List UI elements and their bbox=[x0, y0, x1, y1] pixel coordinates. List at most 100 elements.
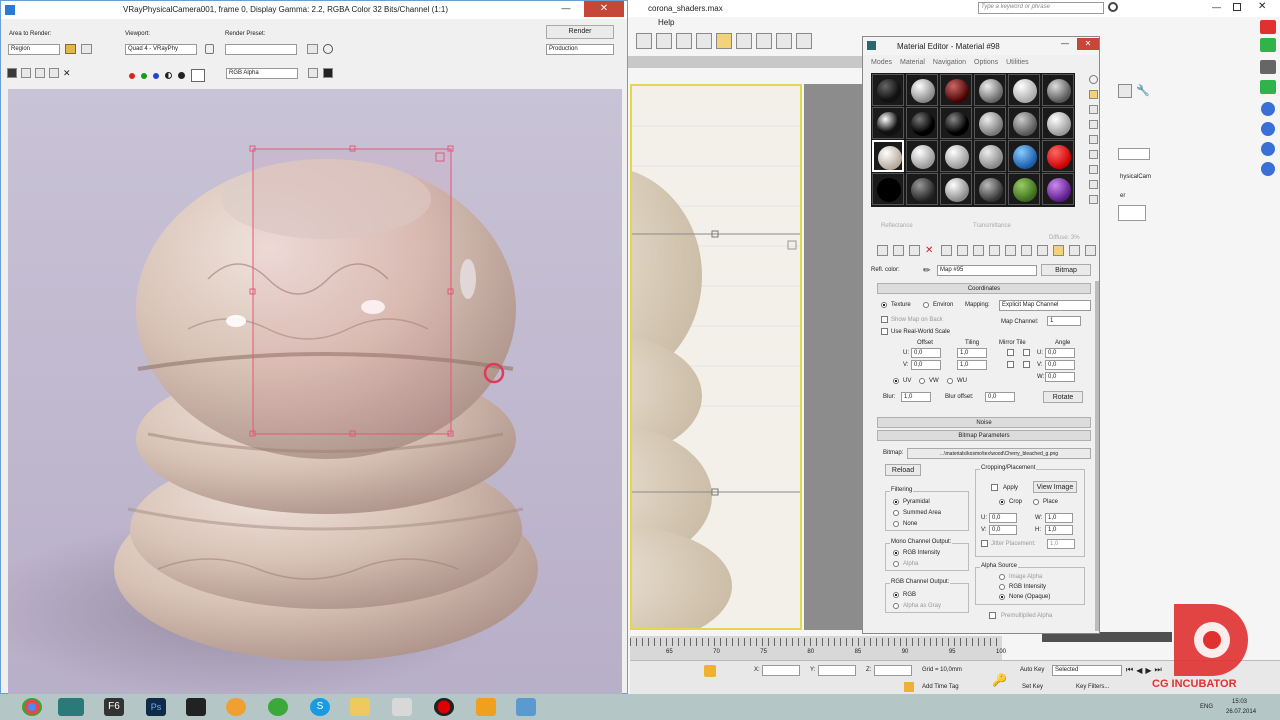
environ-radio[interactable] bbox=[923, 302, 929, 308]
save-all-icon[interactable] bbox=[21, 68, 31, 78]
material-navigator-icon[interactable] bbox=[1089, 195, 1098, 204]
hierarchy-icon[interactable] bbox=[1118, 84, 1132, 98]
color-swatch[interactable] bbox=[191, 69, 205, 82]
channel-dropdown[interactable]: RGB Alpha bbox=[226, 68, 298, 79]
texture-radio[interactable] bbox=[881, 302, 887, 308]
angle-w-field[interactable]: 0,0 bbox=[1045, 372, 1075, 382]
gadget-green-icon[interactable] bbox=[1260, 38, 1276, 52]
preview-icon[interactable] bbox=[1089, 150, 1098, 159]
add-time-tag[interactable]: Add Time Tag bbox=[922, 684, 959, 690]
selected-dropdown[interactable]: Selected bbox=[1052, 665, 1122, 676]
offset-v-field[interactable]: 0,0 bbox=[911, 360, 941, 370]
sample-slot[interactable] bbox=[1008, 140, 1040, 172]
sample-slot-active[interactable] bbox=[872, 140, 904, 172]
blur-offset-field[interactable]: 0,0 bbox=[985, 392, 1015, 402]
explorer-icon[interactable] bbox=[350, 698, 370, 716]
snap-icon[interactable] bbox=[716, 33, 732, 49]
crop-h-field[interactable]: 1,0 bbox=[1045, 525, 1073, 535]
crop-radio[interactable] bbox=[999, 499, 1005, 505]
bitmap-params-rollout-header[interactable]: Bitmap Parameters bbox=[877, 430, 1091, 441]
sample-slot[interactable] bbox=[1008, 107, 1040, 139]
sample-slot[interactable] bbox=[974, 107, 1006, 139]
sample-slot[interactable] bbox=[940, 107, 972, 139]
print-icon[interactable] bbox=[49, 68, 59, 78]
command-panel-field[interactable] bbox=[1118, 148, 1150, 160]
rotate-icon[interactable] bbox=[696, 33, 712, 49]
offset-u-field[interactable]: 0,0 bbox=[911, 348, 941, 358]
pyramidal-radio[interactable] bbox=[893, 499, 899, 505]
clock-time[interactable]: 15:03 bbox=[1232, 699, 1247, 705]
eyedropper-icon[interactable]: ✏ bbox=[923, 265, 931, 276]
sample-slot[interactable] bbox=[940, 74, 972, 106]
none-filter-radio[interactable] bbox=[893, 521, 899, 527]
console-icon[interactable] bbox=[186, 698, 206, 716]
sample-type-icon[interactable] bbox=[1089, 75, 1098, 84]
coordinates-rollout-header[interactable]: Coordinates bbox=[877, 283, 1091, 294]
noise-rollout-header[interactable]: Noise bbox=[877, 417, 1091, 428]
menu-material[interactable]: Material bbox=[900, 59, 925, 66]
sample-slot[interactable] bbox=[872, 74, 904, 106]
place-radio[interactable] bbox=[1033, 499, 1039, 505]
map-name-field[interactable]: Map #95 bbox=[937, 265, 1037, 276]
jitter-field[interactable]: 1,0 bbox=[1047, 539, 1075, 549]
render-setup-icon[interactable] bbox=[307, 44, 318, 54]
environment-icon[interactable] bbox=[323, 44, 333, 54]
spinner-snap-icon[interactable] bbox=[776, 33, 792, 49]
wu-radio[interactable] bbox=[947, 378, 953, 384]
premultiplied-checkbox[interactable] bbox=[989, 612, 996, 619]
angle-u-field[interactable]: 0,0 bbox=[1045, 348, 1075, 358]
rgb-radio[interactable] bbox=[893, 592, 899, 598]
none-opaque-radio[interactable] bbox=[999, 594, 1005, 600]
mono-icon[interactable] bbox=[178, 72, 185, 79]
uv-radio[interactable] bbox=[893, 378, 899, 384]
plugin-icon[interactable] bbox=[476, 698, 496, 716]
mirror-v-checkbox[interactable] bbox=[1007, 361, 1014, 368]
search-icon[interactable] bbox=[1108, 2, 1118, 12]
rotate-button[interactable]: Rotate bbox=[1043, 391, 1083, 403]
view-image-button[interactable]: View Image bbox=[1033, 481, 1077, 493]
vw-radio[interactable] bbox=[919, 378, 925, 384]
render-preset-dropdown[interactable] bbox=[225, 44, 297, 55]
material-editor-scrollbar[interactable] bbox=[1095, 281, 1099, 631]
mono-rgb-intensity-radio[interactable] bbox=[893, 550, 899, 556]
backlight-icon[interactable] bbox=[1089, 90, 1098, 99]
sample-slot[interactable] bbox=[906, 74, 938, 106]
jitter-checkbox[interactable] bbox=[981, 540, 988, 547]
record-icon[interactable] bbox=[434, 698, 454, 716]
copy-icon[interactable] bbox=[35, 68, 45, 78]
coord-z-field[interactable] bbox=[874, 665, 912, 676]
go-to-parent-icon[interactable] bbox=[1037, 245, 1048, 256]
render-image[interactable] bbox=[8, 89, 622, 694]
area-to-render-dropdown[interactable]: Region bbox=[8, 44, 60, 55]
close-icon[interactable]: ✕ bbox=[1258, 1, 1266, 12]
settings-icon[interactable] bbox=[392, 698, 412, 716]
menu-options[interactable]: Options bbox=[974, 59, 998, 66]
assign-to-selection-icon[interactable] bbox=[909, 245, 920, 256]
reload-button[interactable]: Reload bbox=[885, 464, 921, 476]
angle-snap-icon[interactable] bbox=[736, 33, 752, 49]
alpha-channel-icon[interactable] bbox=[165, 72, 172, 79]
sample-slot[interactable] bbox=[940, 140, 972, 172]
menu-modes[interactable]: Modes bbox=[871, 59, 892, 66]
select-icon[interactable] bbox=[636, 33, 652, 49]
tile-u-checkbox[interactable] bbox=[1023, 349, 1030, 356]
restore-icon[interactable] bbox=[1233, 3, 1241, 11]
gadget-blue1-icon[interactable] bbox=[1261, 102, 1275, 116]
copy-material-icon[interactable] bbox=[941, 245, 952, 256]
minimize-icon[interactable]: — bbox=[1061, 39, 1069, 48]
go-forward-sibling-icon[interactable] bbox=[1053, 245, 1064, 256]
close-button[interactable]: ✕ bbox=[584, 1, 624, 17]
search-input[interactable]: Type a keyword or phrase bbox=[978, 2, 1104, 14]
key-icon[interactable]: 🔑 bbox=[992, 673, 1007, 687]
make-unique-icon[interactable] bbox=[957, 245, 968, 256]
mirror-u-checkbox[interactable] bbox=[1007, 349, 1014, 356]
show-map-on-back-checkbox[interactable] bbox=[881, 316, 888, 323]
language-indicator[interactable]: ENG bbox=[1200, 704, 1213, 710]
tiling-v-field[interactable]: 1,0 bbox=[957, 360, 987, 370]
angle-v-field[interactable]: 0,0 bbox=[1045, 360, 1075, 370]
green-channel-icon[interactable] bbox=[141, 72, 147, 79]
bitmap-path-button[interactable]: ...\materials\kosmo\tex\wood\Cherry_blea… bbox=[907, 448, 1091, 459]
f6-icon[interactable]: F6 bbox=[104, 698, 124, 716]
sample-slot[interactable] bbox=[1042, 107, 1074, 139]
apply-checkbox[interactable] bbox=[991, 484, 998, 491]
